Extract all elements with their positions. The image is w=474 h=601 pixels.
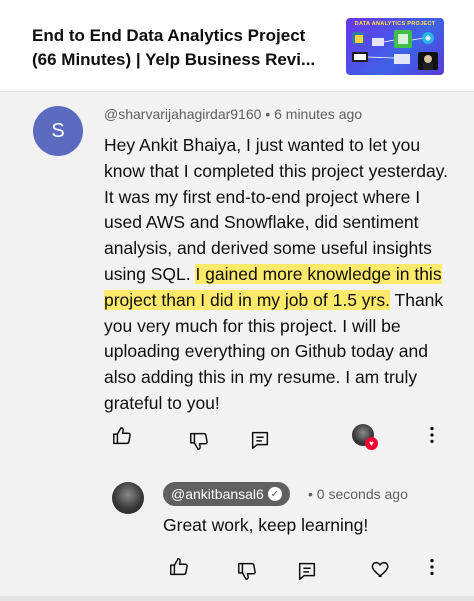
avatar-letter: S (51, 119, 65, 142)
video-title[interactable]: End to End Data Analytics Project (66 Mi… (32, 24, 332, 72)
thumbs-down-icon[interactable] (188, 430, 210, 452)
reply-comment-icon[interactable] (249, 429, 271, 451)
reply-separator: • (308, 486, 313, 502)
reply-author: @ankitbansal6 (171, 486, 264, 502)
more-vertical-icon[interactable] (421, 424, 443, 446)
meta-separator: • (265, 106, 271, 122)
reply-to-reply-icon[interactable] (296, 560, 318, 582)
verified-check-icon: ✓ (267, 487, 282, 501)
reply-time: 0 seconds ago (316, 486, 408, 502)
reply-author-chip[interactable]: @ankitbansal6 ✓ (163, 482, 290, 506)
reply-thumbs-down-icon[interactable] (236, 560, 258, 582)
comment-text-start: Hey Ankit Bhaiya, I just wanted to let y… (104, 135, 449, 284)
thumbnail-diagram (352, 30, 438, 70)
reply-text: Great work, keep learning! (163, 515, 369, 535)
thumbs-up-icon[interactable] (111, 425, 133, 447)
video-header: End to End Data Analytics Project (66 Mi… (0, 0, 474, 92)
commenter-avatar[interactable]: S (33, 106, 83, 156)
reply-author-avatar[interactable] (112, 482, 144, 514)
comment-author[interactable]: @sharvarijahagirdar9160 (104, 106, 261, 122)
reply-meta: • 0 seconds ago (308, 486, 408, 502)
reply-thumbs-up-icon[interactable] (168, 556, 190, 578)
video-thumbnail[interactable]: DATA ANALYTICS PROJECT (346, 18, 444, 75)
reply-more-vertical-icon[interactable] (421, 556, 443, 578)
comment-meta: @sharvarijahagirdar9160 • 6 minutes ago (104, 106, 362, 122)
comment-text: Hey Ankit Bhaiya, I just wanted to let y… (104, 133, 452, 417)
comment-time: 6 minutes ago (274, 106, 363, 122)
video-title-line-2: (66 Minutes) | Yelp Business Revi... (32, 50, 316, 69)
heart-icon: ♥ (365, 437, 378, 450)
bottom-divider (0, 596, 474, 601)
video-title-line-1: End to End Data Analytics Project (32, 26, 306, 45)
reply-heart-outline-icon[interactable] (370, 558, 392, 580)
